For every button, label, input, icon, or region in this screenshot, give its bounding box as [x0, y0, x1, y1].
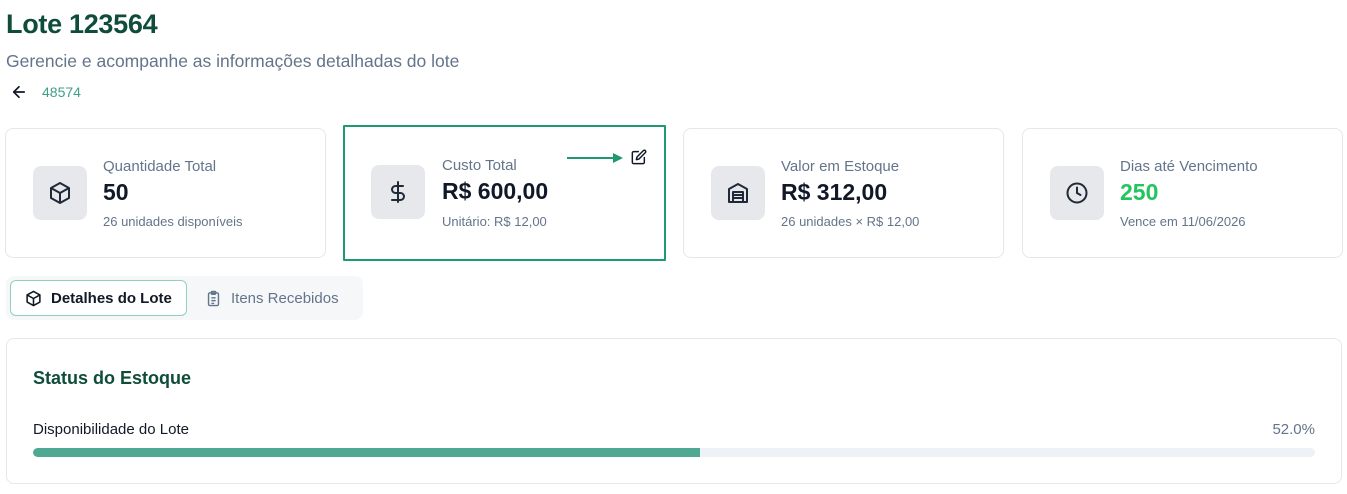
- tab-bar: Detalhes do Lote Itens Recebidos: [6, 276, 363, 320]
- tab-itens-recebidos[interactable]: Itens Recebidos: [191, 280, 353, 316]
- card-label: Dias até Vencimento: [1120, 158, 1258, 175]
- card-valor-estoque: Valor em Estoque R$ 312,00 26 unidades ×…: [683, 128, 1004, 258]
- availability-label: Disponibilidade do Lote: [33, 421, 189, 438]
- card-subtext: 26 unidades × R$ 12,00: [781, 214, 920, 229]
- section-title: Status do Estoque: [33, 368, 192, 388]
- card-label: Custo Total: [442, 157, 517, 174]
- card-quantidade-total: Quantidade Total 50 26 unidades disponív…: [5, 128, 326, 258]
- back-link[interactable]: 48574: [42, 84, 81, 100]
- card-value: R$ 312,00: [781, 179, 888, 205]
- card-subtext: 26 unidades disponíveis: [103, 214, 243, 229]
- tab-label: Detalhes do Lote: [51, 289, 172, 307]
- lote-page: Lote 123564 Gerencie e acompanhe as info…: [0, 0, 1347, 494]
- edit-icon[interactable]: [629, 147, 649, 167]
- tab-detalhes-lote[interactable]: Detalhes do Lote: [10, 280, 187, 316]
- arrow-left-icon[interactable]: [10, 82, 30, 102]
- clipboard-icon: [205, 290, 222, 307]
- warehouse-icon: [711, 166, 765, 220]
- availability-percent: 52.0%: [1272, 421, 1315, 438]
- page-title: Lote 123564: [6, 9, 158, 39]
- card-label: Quantidade Total: [103, 158, 217, 175]
- card-value: 250: [1120, 179, 1159, 205]
- card-dias-vencimento: Dias até Vencimento 250 Vence em 11/06/2…: [1022, 128, 1343, 258]
- tab-label: Itens Recebidos: [231, 289, 339, 307]
- dollar-icon: [371, 165, 425, 219]
- card-value: R$ 600,00: [442, 178, 549, 204]
- card-subtext: Vence em 11/06/2026: [1120, 214, 1246, 229]
- card-label: Valor em Estoque: [781, 158, 900, 175]
- card-value: 50: [103, 179, 129, 205]
- progress-fill: [33, 448, 700, 457]
- package-icon: [25, 290, 42, 307]
- page-subtitle: Gerencie e acompanhe as informações deta…: [6, 51, 460, 71]
- card-subtext: Unitário: R$ 12,00: [442, 214, 547, 229]
- package-icon: [33, 166, 87, 220]
- breadcrumb: 48574: [10, 82, 81, 102]
- card-custo-total: Custo Total R$ 600,00 Unitário: R$ 12,00: [343, 125, 666, 261]
- arrow-right-icon: [567, 153, 623, 163]
- status-estoque-card: Status do Estoque Disponibilidade do Lot…: [6, 338, 1342, 484]
- availability-progress-bar: [33, 448, 1315, 457]
- clock-icon: [1050, 166, 1104, 220]
